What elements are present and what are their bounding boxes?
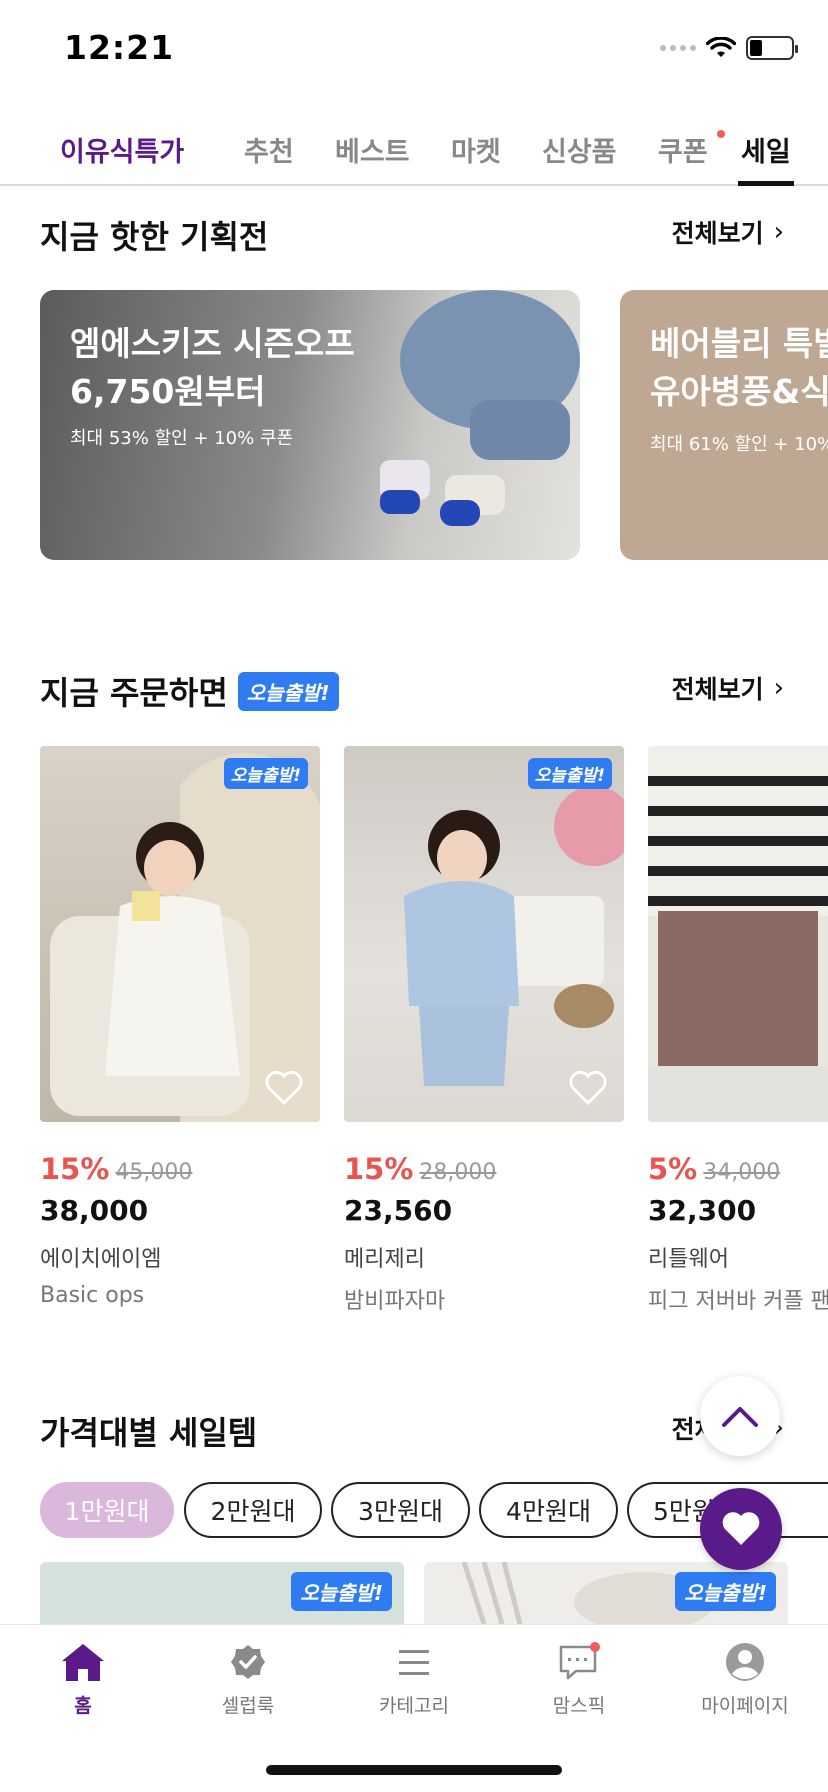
nav-label: 셀럽룩: [221, 1695, 275, 1717]
see-all-label: 전체보기: [671, 219, 764, 248]
chevron-right-icon: ›: [773, 217, 784, 247]
discount-rate: 15%: [344, 1152, 414, 1186]
menu-icon: [399, 1650, 429, 1675]
banner-subtitle: 최대 53% 할인 + 10% 쿠폰: [70, 428, 294, 449]
nav-label: 카테고리: [379, 1695, 449, 1717]
notification-dot: [717, 130, 725, 138]
tab-recommend[interactable]: 추천: [244, 130, 294, 169]
user-icon: [726, 1643, 764, 1681]
original-price: 34,000: [703, 1160, 781, 1185]
promo-banner[interactable]: 엠에스키즈 시즌오프 6,750원부터 최대 53% 할인 + 10% 쿠폰: [40, 290, 580, 560]
nav-celeb-look[interactable]: 셀럽룩: [178, 1641, 318, 1718]
nav-home[interactable]: 홈: [13, 1641, 153, 1718]
sale-price: 38,000: [40, 1194, 149, 1227]
category-tab-bar: 이유식특가 추천 베스트 마켓 신상품 쿠폰 세일: [0, 118, 828, 186]
tab-baby-food[interactable]: 이유식특가: [60, 130, 184, 169]
today-ship-badge: 오늘출발!: [675, 1572, 776, 1611]
nav-category[interactable]: 카테고리: [344, 1641, 484, 1718]
nav-label: 마이페이지: [701, 1695, 789, 1717]
heart-icon: [722, 1512, 760, 1545]
home-icon: [62, 1644, 104, 1681]
chat-icon: [559, 1642, 600, 1680]
chevron-up-icon: [722, 1407, 758, 1427]
brand-name: 리틀웨어: [648, 1247, 729, 1272]
tab-best[interactable]: 베스트: [335, 130, 410, 169]
chevron-right-icon: ›: [773, 673, 784, 703]
brand-name: 에이치에이엠: [40, 1247, 162, 1272]
see-all-label: 전체보기: [671, 675, 764, 704]
price-chip-30k[interactable]: 3만원대: [331, 1482, 470, 1538]
verified-icon: [231, 1645, 265, 1679]
signal-icon: [660, 45, 696, 51]
scroll-to-top-button[interactable]: [700, 1376, 780, 1456]
banner-title-line1: 엠에스키즈 시즌오프: [70, 324, 355, 363]
battery-icon: [746, 36, 798, 60]
status-bar: 12:21: [0, 0, 828, 100]
product-image: 오늘출발!: [344, 746, 624, 1122]
wishlist-fab[interactable]: [700, 1488, 782, 1570]
product-card[interactable]: 오늘출발!: [424, 1562, 788, 1624]
order-section-title-row: 지금 주문하면 오늘출발!: [40, 668, 339, 714]
product-name: 피그 저버바 커플 팬츠: [648, 1289, 828, 1314]
discount-rate: 5%: [648, 1152, 698, 1186]
nav-my-page[interactable]: 마이페이지: [675, 1641, 815, 1718]
discount-rate: 15%: [40, 1152, 110, 1186]
order-see-all-button[interactable]: 전체보기 ›: [672, 670, 784, 706]
product-image: 오늘출발!: [40, 746, 320, 1122]
tab-sale[interactable]: 세일: [741, 130, 791, 169]
today-ship-badge: 오늘출발!: [527, 758, 612, 789]
nav-moms-pick[interactable]: 맘스픽: [509, 1641, 649, 1718]
promo-see-all-button[interactable]: 전체보기 ›: [672, 214, 784, 250]
status-icons: [660, 36, 798, 60]
today-ship-badge: 오늘출발!: [237, 671, 339, 711]
banner-subtitle: 최대 61% 할인 + 10% 쿠: [650, 434, 828, 455]
heart-icon[interactable]: [568, 1070, 608, 1106]
product-name: Basic ops: [40, 1283, 145, 1308]
product-card[interactable]: 5% 34,000 32,300 리틀웨어 피그 저버바 커플 팬츠: [648, 746, 828, 1315]
price-chip-10k[interactable]: 1만원대: [40, 1482, 174, 1538]
product-card[interactable]: 오늘출발!: [40, 1562, 404, 1624]
sale-price: 23,560: [344, 1194, 453, 1227]
heart-icon[interactable]: [264, 1070, 304, 1106]
wifi-icon: [706, 37, 736, 57]
banner-title-line2: 6,750원부터: [70, 372, 266, 411]
promo-banner[interactable]: 베어블리 특별 유아병풍&식 최대 61% 할인 + 10% 쿠: [620, 290, 828, 560]
promo-section-title: 지금 핫한 기획전: [40, 218, 269, 256]
home-indicator[interactable]: [266, 1765, 562, 1775]
product-card[interactable]: 오늘출발! 15% 28,000 23,560 메리제리 밤비파자마: [344, 746, 624, 1315]
nav-label: 맘스픽: [552, 1695, 606, 1717]
product-image: [648, 746, 828, 1122]
price-section-title: 가격대별 세일템: [40, 1414, 258, 1452]
product-card[interactable]: 오늘출발! 15% 45,000 38,000 에이치에이엠 Basic ops: [40, 746, 320, 1308]
original-price: 28,000: [419, 1160, 497, 1185]
status-time: 12:21: [64, 28, 175, 67]
tab-coupon[interactable]: 쿠폰: [658, 130, 708, 169]
active-tab-indicator: [738, 181, 794, 186]
order-section-title: 지금 주문하면: [40, 674, 228, 712]
original-price: 45,000: [115, 1160, 193, 1185]
price-chip-20k[interactable]: 2만원대: [184, 1482, 322, 1538]
product-name: 밤비파자마: [344, 1289, 446, 1314]
banner-title-line2: 유아병풍&식: [650, 372, 828, 411]
tab-market[interactable]: 마켓: [451, 130, 501, 169]
nav-label: 홈: [74, 1695, 92, 1717]
price-chip-40k[interactable]: 4만원대: [479, 1482, 618, 1538]
tab-new[interactable]: 신상품: [542, 130, 617, 169]
brand-name: 메리제리: [344, 1247, 425, 1272]
today-ship-badge: 오늘출발!: [291, 1572, 392, 1611]
banner-title-line1: 베어블리 특별: [650, 324, 828, 363]
sale-price: 32,300: [648, 1194, 757, 1227]
today-ship-badge: 오늘출발!: [223, 758, 308, 789]
banner-photo: [380, 290, 580, 526]
